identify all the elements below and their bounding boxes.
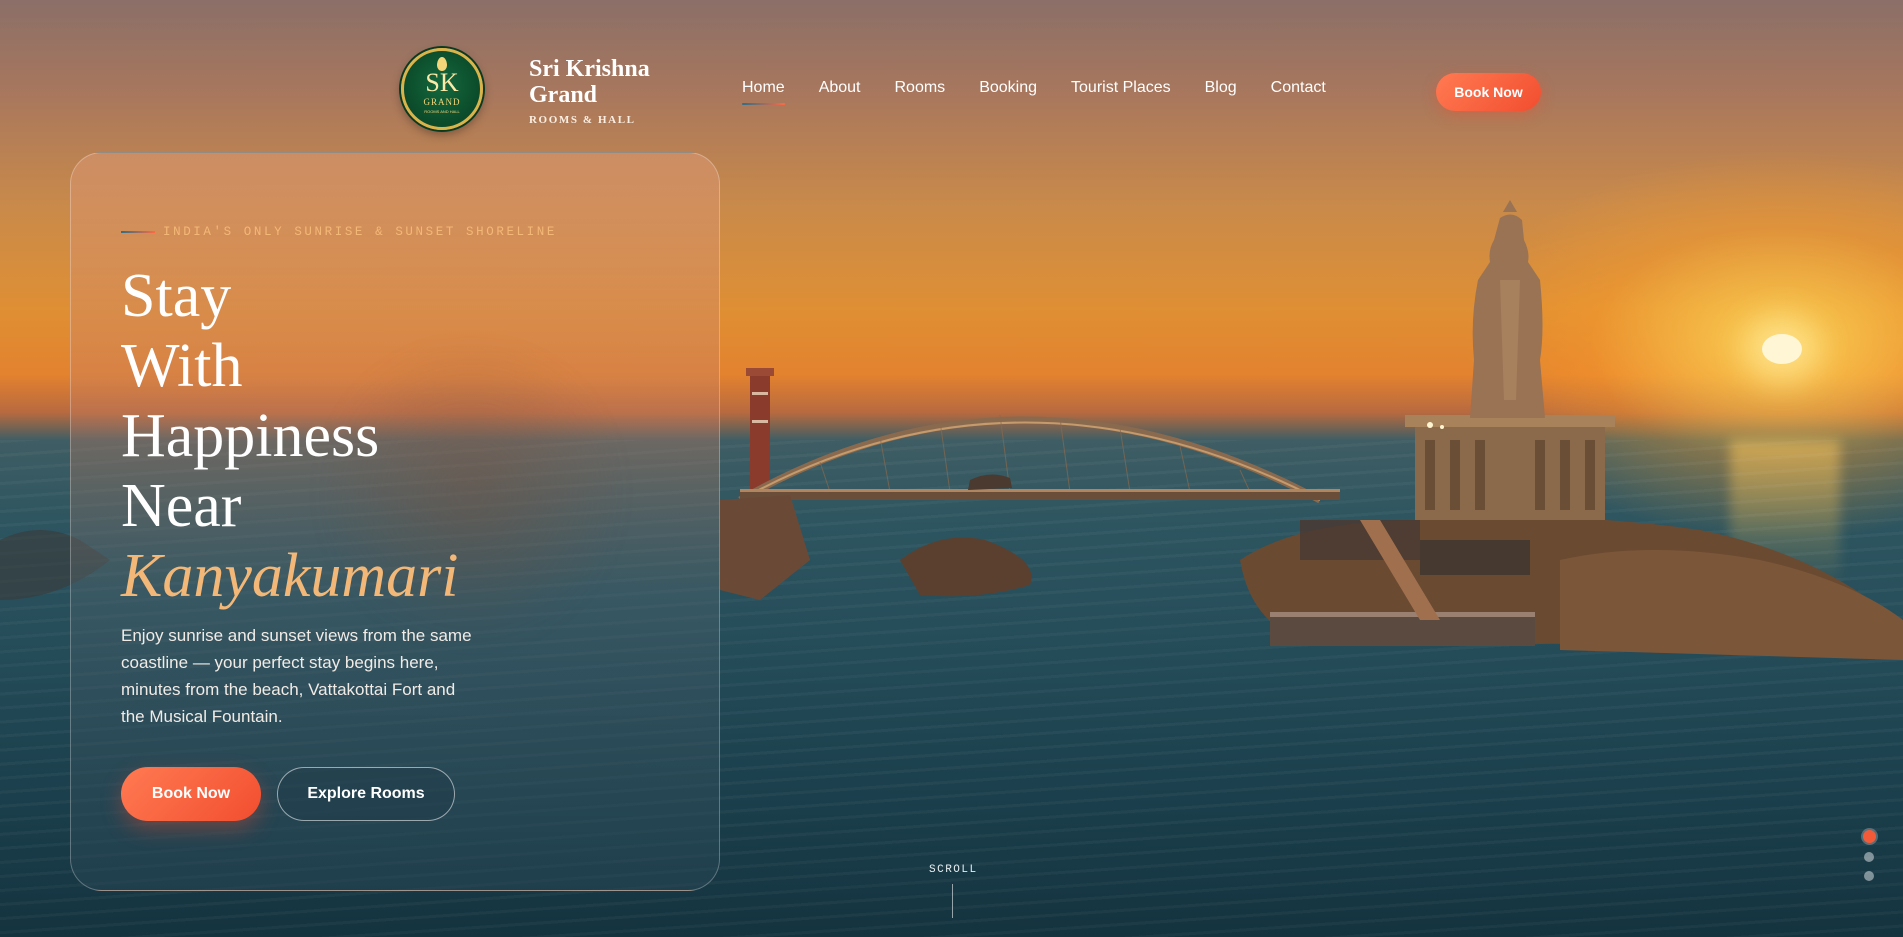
logo-sub: ROOMS AND HALL: [424, 109, 460, 114]
explore-rooms-button[interactable]: Explore Rooms: [277, 767, 455, 821]
site-header: SK GRAND ROOMS AND HALL Sri Krishna Gran…: [0, 0, 1903, 130]
lighthouse-tower: [746, 368, 774, 492]
headline-line: Happiness: [121, 402, 380, 470]
hero-card: INDIA'S ONLY SUNRISE & SUNSET SHORELINE …: [70, 152, 720, 891]
logo-word: GRAND: [423, 97, 461, 107]
headline-accent: Kanyakumari: [121, 542, 459, 610]
header-book-now-button[interactable]: Book Now: [1436, 73, 1541, 111]
headline-line: Stay: [121, 262, 232, 330]
book-now-button[interactable]: Book Now: [121, 767, 261, 821]
slider-dots: [1861, 830, 1877, 890]
nav-item-booking[interactable]: Booking: [979, 79, 1037, 97]
hero-eyebrow: INDIA'S ONLY SUNRISE & SUNSET SHORELINE: [121, 225, 557, 239]
nav-item-rooms[interactable]: Rooms: [895, 79, 946, 97]
slider-dot-1[interactable]: [1862, 830, 1876, 843]
slider-dot-3[interactable]: [1864, 871, 1874, 881]
nav-item-blog[interactable]: Blog: [1205, 79, 1237, 97]
brand-logo[interactable]: SK GRAND ROOMS AND HALL: [401, 48, 483, 130]
eyebrow-line: [121, 231, 155, 233]
nav-item-contact[interactable]: Contact: [1271, 79, 1326, 97]
scroll-line: [951, 884, 953, 918]
brand-tagline: ROOMS & HALL: [529, 114, 636, 126]
pier: [1270, 612, 1535, 646]
main-nav: Home About Rooms Booking Tourist Places …: [742, 79, 1360, 105]
nav-item-about[interactable]: About: [819, 79, 861, 97]
sea-rock: [900, 537, 1032, 597]
hero-description: Enjoy sunrise and sunset views from the …: [121, 626, 472, 726]
headline-line: With: [121, 332, 243, 400]
eyebrow-text: INDIA'S ONLY SUNRISE & SUNSET SHORELINE: [163, 225, 557, 239]
brand-name[interactable]: Sri Krishna Grand: [529, 56, 699, 108]
slider-dot-2[interactable]: [1864, 852, 1874, 862]
nav-item-tourist-places[interactable]: Tourist Places: [1071, 79, 1171, 97]
logo-initials: SK: [425, 68, 459, 97]
scroll-indicator[interactable]: SCROLL: [929, 864, 978, 918]
statue-pedestal: [1415, 420, 1605, 520]
scroll-label: SCROLL: [929, 864, 978, 876]
nav-item-home[interactable]: Home: [742, 79, 785, 105]
hero-headline: Stay With Happiness Near Kanyakumari: [121, 261, 459, 611]
headline-line: Near: [121, 472, 242, 540]
